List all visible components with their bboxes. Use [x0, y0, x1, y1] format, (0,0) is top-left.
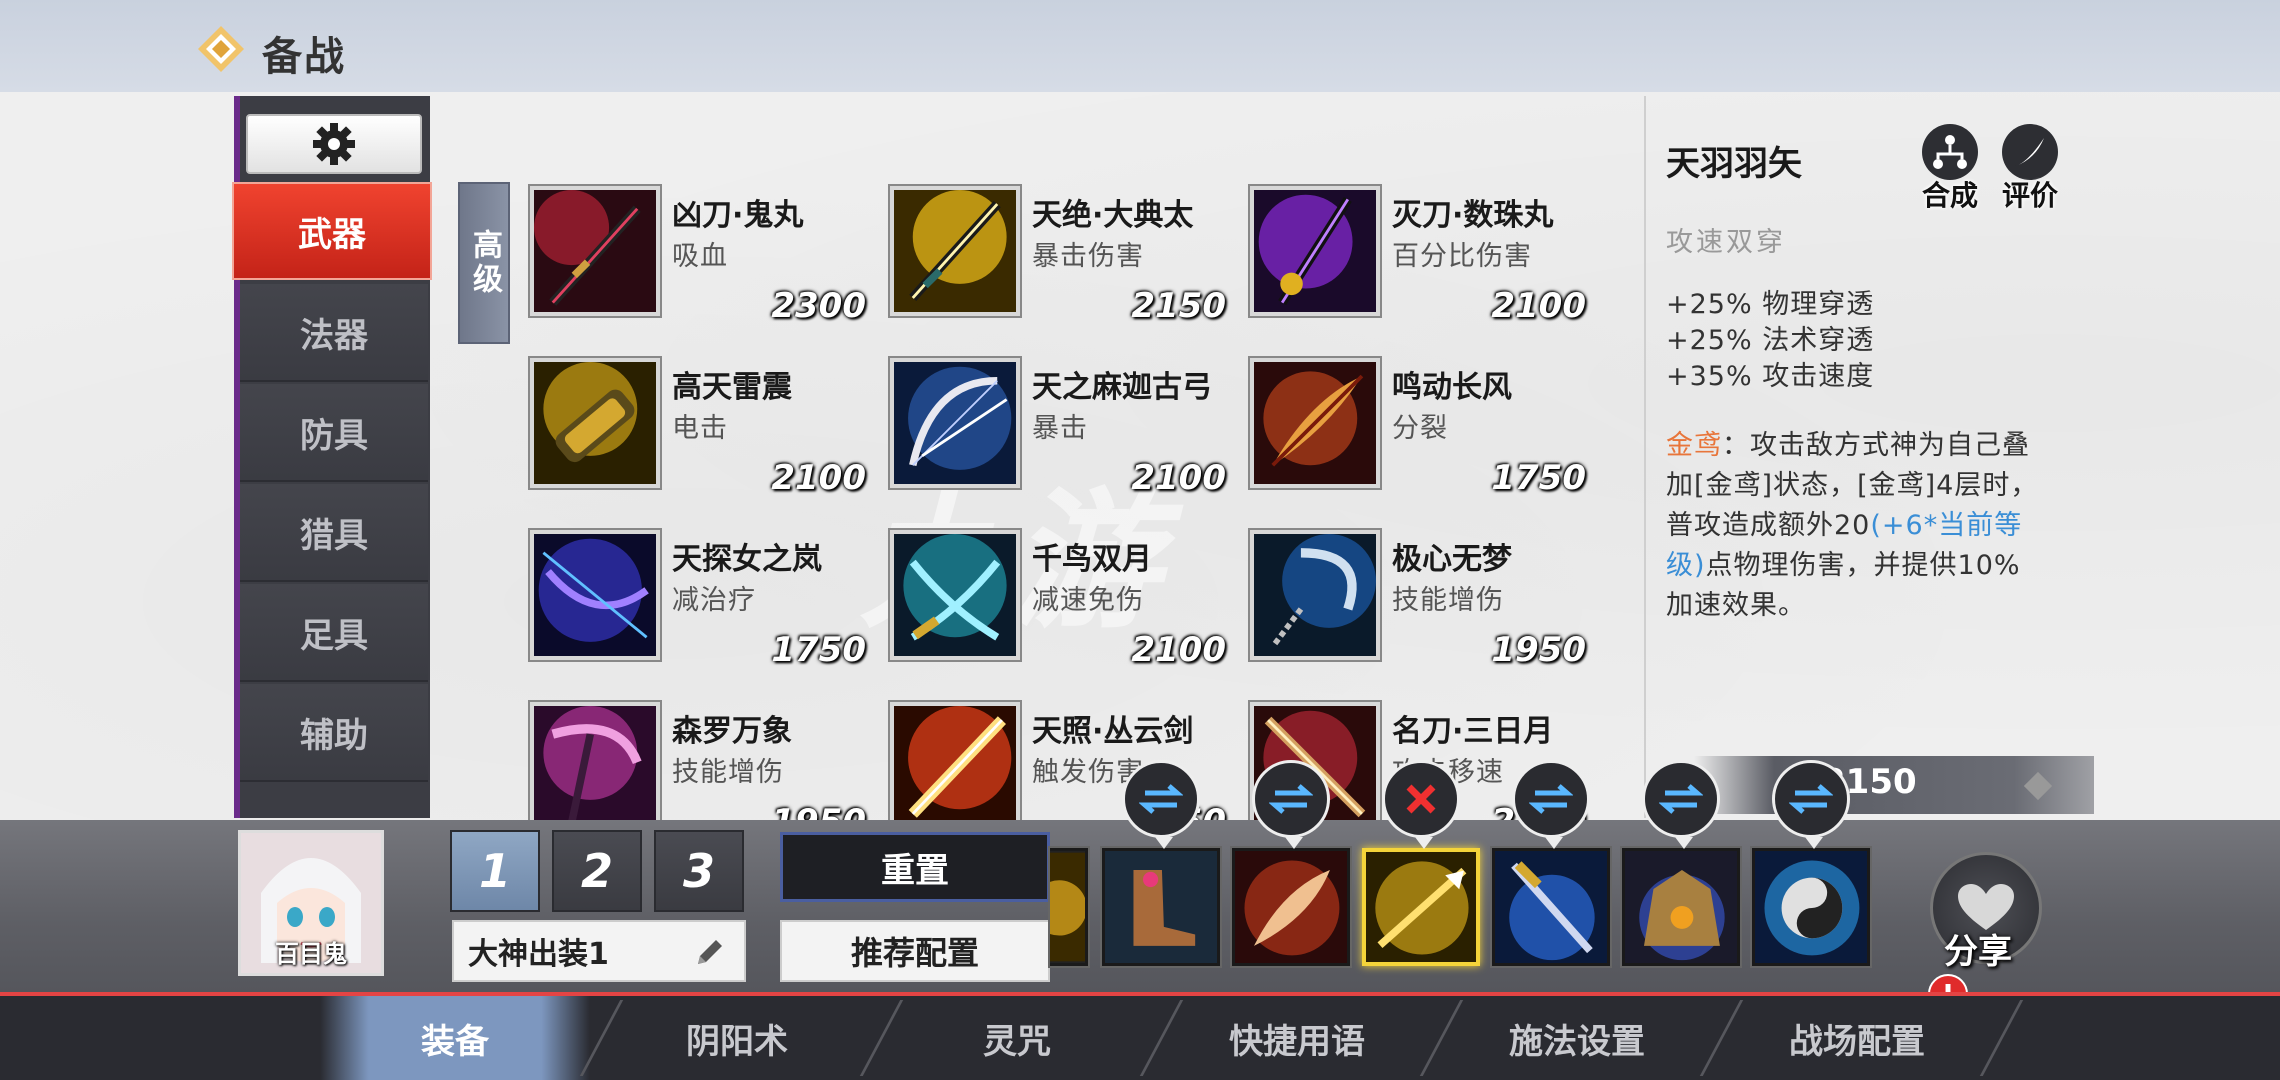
item-card[interactable]: 2100 千鸟双月 减速免伤 [890, 530, 1230, 670]
diamond-icon [2023, 771, 2053, 801]
swap-button[interactable] [1512, 760, 1590, 849]
tab-onmyodo[interactable]: 阴阳术 [602, 996, 872, 1080]
tab-spell[interactable]: 灵咒 [882, 996, 1152, 1080]
equip-slot-arrow-selected[interactable] [1362, 848, 1480, 966]
swap-icon [1529, 784, 1573, 814]
reset-button[interactable]: 重置 [780, 832, 1050, 902]
category-support[interactable]: 辅助 [240, 684, 428, 782]
category-boots[interactable]: 足具 [240, 584, 428, 682]
detail-stat: +25% 物理穿透 [1666, 289, 1875, 320]
tab-battlefield-config[interactable]: 战场配置 [1722, 996, 1992, 1080]
equip-slot-armor[interactable] [1622, 848, 1740, 966]
effect-name: 金鸢 [1666, 430, 1722, 461]
tab-cast-settings[interactable]: 施法设置 [1442, 996, 1712, 1080]
review-button[interactable]: 评价 [1990, 124, 2070, 224]
equip-slot-boots[interactable] [1102, 848, 1220, 966]
detail-subtitle: 攻速双穿 [1666, 227, 1786, 258]
loadout-name-field[interactable]: 大神出装1 [452, 920, 746, 982]
swap-button[interactable] [1772, 760, 1850, 849]
detail-title: 天羽羽矢 [1666, 144, 1802, 184]
blue-bow-icon [530, 530, 660, 660]
gear-icon [313, 123, 355, 165]
swap-icon [1789, 784, 1833, 814]
feather-blade-icon [1250, 358, 1380, 488]
equip-slot-claw[interactable] [1232, 848, 1350, 966]
swap-button[interactable] [1252, 760, 1330, 849]
item-card[interactable]: 1750 天探女之岚 减治疗 [530, 530, 870, 670]
remove-button[interactable] [1382, 760, 1460, 849]
katana-gold-icon [890, 186, 1020, 316]
tab-equipment[interactable]: 装备 [320, 996, 590, 1080]
detail-stat: +25% 法术穿透 [1666, 325, 1875, 356]
chain-blade-icon [1250, 530, 1380, 660]
category-armor[interactable]: 防具 [240, 384, 428, 482]
swap-icon [1139, 784, 1183, 814]
feather-quill-icon [2015, 138, 2044, 167]
katana-red-icon [530, 186, 660, 316]
tab-quick-chat[interactable]: 快捷用语 [1162, 996, 1432, 1080]
item-card[interactable]: 1750 鸣动长风 分裂 [1250, 358, 1590, 498]
tier-label: 高级 [458, 182, 510, 344]
settings-button[interactable] [246, 114, 422, 174]
share-label: 分享 [1944, 932, 2012, 972]
item-card[interactable]: 2150 天绝·大典太 暴击伤害 [890, 186, 1230, 326]
craft-tree-icon [1933, 135, 1967, 169]
twin-blades-icon [890, 530, 1020, 660]
flame-sword-icon [890, 702, 1020, 832]
category-weapon[interactable]: 武器 [232, 182, 432, 280]
header-bar: 备战 [0, 0, 2280, 92]
purchase-price-bar[interactable]: 2150 [1694, 756, 2094, 814]
pencil-icon[interactable] [692, 936, 726, 970]
loadout-slot-2[interactable]: 2 [552, 830, 642, 912]
equip-slot-katana[interactable] [1492, 848, 1610, 966]
diamond-logo-icon [198, 26, 244, 72]
category-hunting[interactable]: 猎具 [240, 484, 428, 582]
item-card[interactable]: 2100 灭刀·数珠丸 百分比伤害 [1250, 186, 1590, 326]
swap-button[interactable] [1122, 760, 1200, 849]
loadout-slot-3[interactable]: 3 [654, 830, 744, 912]
thunder-hammer-icon [530, 358, 660, 488]
craft-button[interactable]: 合成 [1910, 124, 1990, 224]
item-detail-panel: 天羽羽矢 合成 评价 攻速双穿 +25% 物理穿透 +25% 法术穿透 +35%… [1644, 96, 2280, 818]
scythe-icon [530, 702, 660, 832]
loadout-slot-1[interactable]: 1 [450, 830, 540, 912]
item-card[interactable]: 1950 极心无梦 技能增伤 [1250, 530, 1590, 670]
avatar-name: 百目鬼 [275, 940, 347, 968]
recommend-config-button[interactable]: 推荐配置 [780, 920, 1050, 982]
page-title: 备战 [262, 34, 346, 80]
katana-purple-icon [1250, 186, 1380, 316]
equip-slot-yinyang[interactable] [1752, 848, 1870, 966]
item-card[interactable]: 2100 高天雷震 电击 [530, 358, 870, 498]
swap-icon [1659, 784, 1703, 814]
item-card[interactable]: 2100 天之麻迦古弓 暴击 [890, 358, 1230, 498]
swap-icon [1269, 784, 1313, 814]
swap-button[interactable] [1642, 760, 1720, 849]
close-icon [1406, 784, 1436, 814]
equip-slot-partial[interactable] [1050, 848, 1088, 966]
detail-effect: 金鸢：攻击敌方式神为自己叠加[金鸢]状态，[金鸢]4层时，普攻造成额外20(+6… [1666, 430, 2039, 621]
item-card[interactable]: 2300 凶刀·鬼丸 吸血 [530, 186, 870, 326]
avatar[interactable]: 百目鬼 [238, 830, 384, 976]
bow-icon [890, 358, 1020, 488]
category-magic[interactable]: 法器 [240, 284, 428, 382]
detail-stat: +35% 攻击速度 [1666, 361, 1875, 392]
